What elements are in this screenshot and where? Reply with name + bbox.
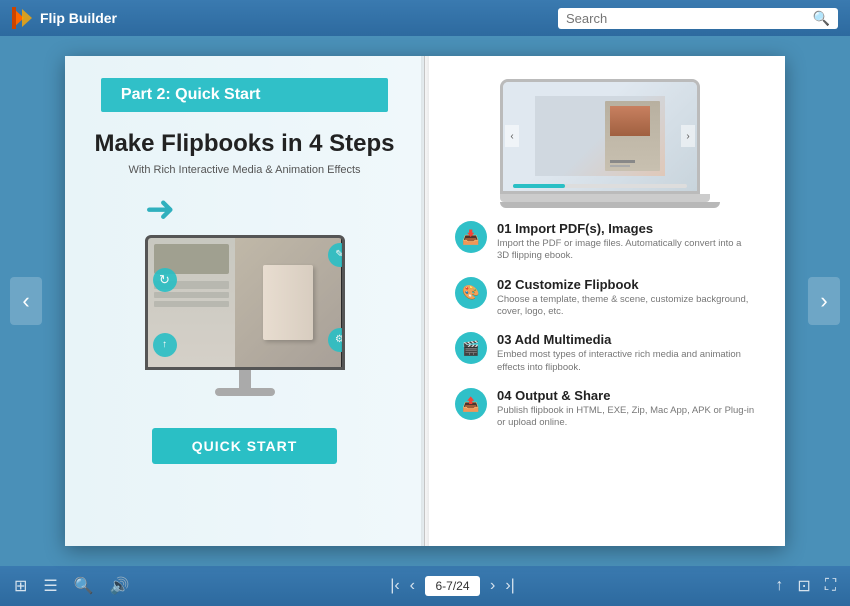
page-subtitle: With Rich Interactive Media & Animation … — [128, 164, 360, 176]
last-page-btn[interactable]: ›| — [505, 577, 514, 595]
step-item-2: 🎨 02 Customize Flipbook Choose a templat… — [455, 277, 755, 319]
laptop-screen: ‹ › — [500, 79, 700, 194]
monitor-stand — [239, 370, 251, 390]
first-page-btn[interactable]: |‹ — [390, 577, 399, 595]
quick-start-button[interactable]: QUICK START — [152, 428, 338, 464]
monitor-icon-bl: ↑ — [153, 333, 177, 357]
prev-btn[interactable]: ‹ — [410, 577, 415, 595]
step-title-2: 02 Customize Flipbook — [497, 277, 755, 292]
sound-icon[interactable]: 🔊 — [110, 576, 130, 596]
search-icon[interactable]: 🔍 — [813, 10, 830, 27]
part-header: Part 2: Quick Start — [101, 78, 388, 112]
monitor-base — [215, 388, 275, 396]
laptop-base — [500, 194, 710, 202]
page-right: ‹ › — [425, 56, 785, 546]
app-name: Flip Builder — [40, 10, 117, 26]
page-indicator[interactable]: 6-7/24 — [425, 576, 480, 596]
book-container: Part 2: Quick Start Make Flipbooks in 4 … — [65, 56, 785, 546]
share-icon[interactable]: ↑ — [775, 577, 783, 595]
step-icon-2: 🎨 — [455, 277, 487, 309]
laptop-next-btn[interactable]: › — [681, 125, 695, 147]
page-title: Make Flipbooks in 4 Steps — [74, 130, 414, 159]
bottom-right-icons: ↑ ⊡ ⛶ — [775, 576, 836, 596]
monitor-icon-tl: ↻ — [153, 268, 177, 292]
step-content-3: 03 Add Multimedia Embed most types of in… — [497, 332, 755, 374]
bookmark-icon[interactable]: ⊡ — [797, 576, 810, 596]
step-item-1: 📥 01 Import PDF(s), Images Import the PD… — [455, 221, 755, 263]
step-item-4: 📤 04 Output & Share Publish flipbook in … — [455, 388, 755, 430]
step-desc-2: Choose a template, theme & scene, custom… — [497, 294, 755, 319]
prev-page-arrow[interactable]: ‹ — [10, 277, 42, 325]
step-title-4: 04 Output & Share — [497, 388, 755, 403]
main-area: ‹ Part 2: Quick Start Make Flipbooks in … — [0, 36, 850, 566]
bottom-center-nav: |‹ ‹ 6-7/24 › ›| — [390, 576, 515, 596]
laptop-screen-content: ‹ › — [503, 82, 697, 191]
bottombar: ⊞ ☰ 🔍 🔊 |‹ ‹ 6-7/24 › ›| ↑ ⊡ ⛶ — [0, 566, 850, 606]
monitor-screen: ↻ ✎ ↑ ⚙ — [145, 235, 345, 370]
laptop-book-display — [535, 96, 665, 176]
step-desc-3: Embed most types of interactive rich med… — [497, 349, 755, 374]
step-desc-4: Publish flipbook in HTML, EXE, Zip, Mac … — [497, 405, 755, 430]
step-icon-3: 🎬 — [455, 332, 487, 364]
laptop-illustration: ‹ › — [455, 76, 755, 206]
fullscreen-icon[interactable]: ⛶ — [825, 577, 836, 595]
logo-area: Flip Builder — [12, 7, 117, 29]
next-page-arrow[interactable]: › — [808, 277, 840, 325]
laptop-keyboard — [500, 202, 720, 208]
step-content-2: 02 Customize Flipbook Choose a template,… — [497, 277, 755, 319]
monitor-screen-inner — [148, 238, 342, 367]
step-desc-1: Import the PDF or image files. Automatic… — [497, 238, 755, 263]
laptop-wrapper: ‹ › — [500, 79, 710, 204]
step-icon-1: 📥 — [455, 221, 487, 253]
step-icon-4: 📤 — [455, 388, 487, 420]
zoom-icon[interactable]: 🔍 — [74, 576, 94, 596]
next-btn[interactable]: › — [490, 577, 495, 595]
topbar: Flip Builder 🔍 — [0, 0, 850, 36]
step-content-1: 01 Import PDF(s), Images Import the PDF … — [497, 221, 755, 263]
monitor-illustration: ↻ ✎ ↑ ⚙ — [130, 235, 360, 410]
laptop-prev-btn[interactable]: ‹ — [505, 125, 519, 147]
step-title-1: 01 Import PDF(s), Images — [497, 221, 755, 236]
arrow-right-icon: ➜ — [145, 188, 175, 230]
search-box[interactable]: 🔍 — [558, 8, 838, 29]
steps-list: 📥 01 Import PDF(s), Images Import the PD… — [455, 221, 755, 430]
grid-icon[interactable]: ⊞ — [14, 576, 27, 596]
search-input[interactable] — [566, 11, 813, 26]
list-icon[interactable]: ☰ — [43, 576, 57, 596]
step-content-4: 04 Output & Share Publish flipbook in HT… — [497, 388, 755, 430]
step-item-3: 🎬 03 Add Multimedia Embed most types of … — [455, 332, 755, 374]
page-left: Part 2: Quick Start Make Flipbooks in 4 … — [65, 56, 425, 546]
logo-icon — [12, 7, 34, 29]
monitor-right-panel — [235, 238, 342, 367]
step-title-3: 03 Add Multimedia — [497, 332, 755, 347]
